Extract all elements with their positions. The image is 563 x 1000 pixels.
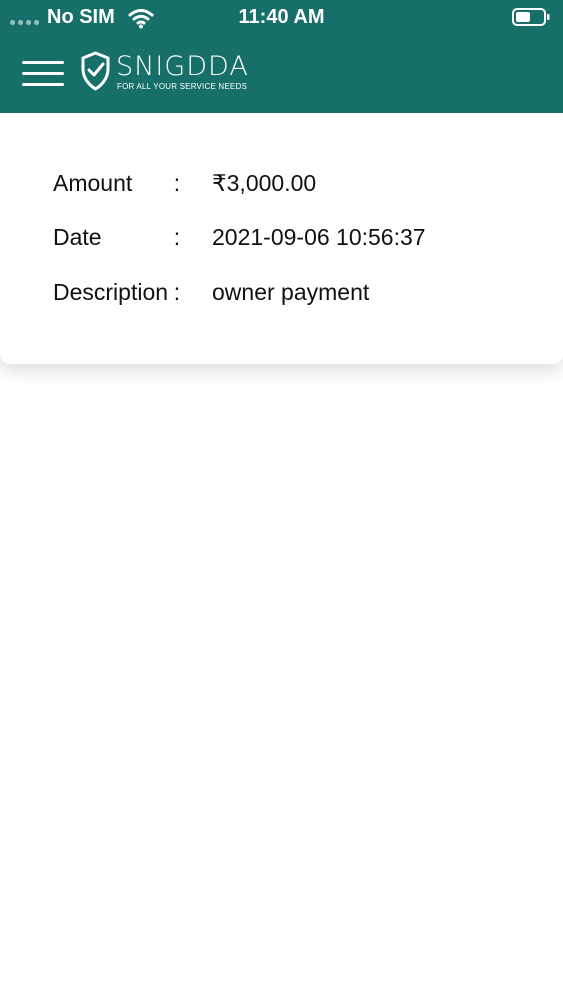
date-value: 2021-09-06 10:56:37 — [212, 224, 426, 250]
amount-row: Amount : ₹3,000.00 — [53, 168, 543, 198]
date-separator: : — [173, 224, 181, 250]
snigdda-logo: SNIGDDA FOR ALL YOUR SERVICE NEEDS — [80, 51, 255, 96]
hamburger-menu-icon-line — [22, 61, 64, 64]
status-time: 11:40 AM — [238, 6, 325, 28]
transaction-detail-card: Amount : ₹3,000.00 Date : 2021-09-06 10:… — [0, 113, 563, 364]
logo-wordmark: SNIGDDA — [116, 51, 249, 82]
amount-label: Amount — [53, 170, 133, 196]
date-label: Date — [53, 224, 102, 250]
hamburger-menu-button[interactable] — [22, 60, 64, 90]
app-header: No SIM 11:40 AM SNIGDDA FOR ALL YOUR SER… — [0, 0, 563, 113]
description-separator: : — [173, 279, 181, 305]
amount-value: ₹3,000.00 — [212, 170, 317, 196]
amount-separator: : — [173, 170, 181, 196]
description-value: owner payment — [212, 279, 370, 305]
battery-icon — [512, 8, 550, 26]
date-row: Date : 2021-09-06 10:56:37 — [53, 222, 543, 252]
description-row: Description : owner payment — [53, 277, 543, 307]
shield-check-icon — [81, 51, 110, 91]
hamburger-menu-icon-line — [22, 72, 64, 75]
description-label: Description — [53, 279, 169, 305]
status-bar: No SIM 11:40 AM — [0, 0, 563, 36]
logo-tagline: FOR ALL YOUR SERVICE NEEDS — [117, 82, 247, 91]
transaction-detail-screen: No SIM 11:40 AM SNIGDDA FOR ALL YOUR SER… — [0, 0, 563, 1000]
hamburger-menu-icon-line — [22, 83, 64, 86]
